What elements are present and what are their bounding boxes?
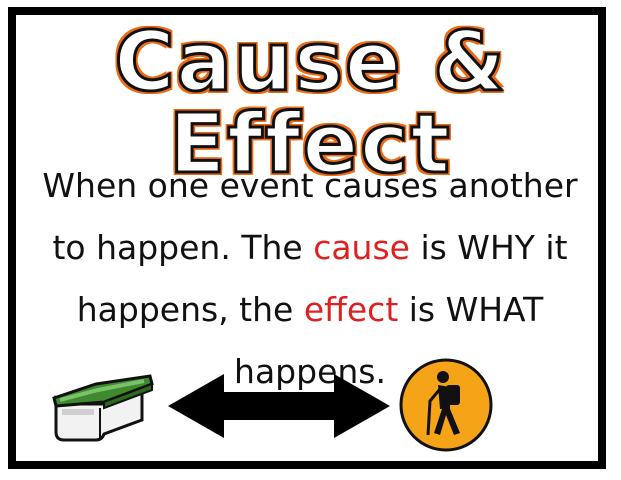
hiker-icon (399, 358, 493, 452)
box-icon (52, 374, 154, 442)
definition-line-2: to happen. The cause is WHY it (52, 228, 568, 267)
double-arrow-icon (168, 374, 390, 438)
definition-text: When one event causes another to happen.… (20, 155, 600, 403)
definition-line-1: When one event causes another (42, 166, 578, 205)
cause-word: cause (313, 228, 410, 267)
definition-line-3: happens, the effect is WHAT (76, 290, 544, 329)
effect-word: effect (303, 290, 399, 329)
